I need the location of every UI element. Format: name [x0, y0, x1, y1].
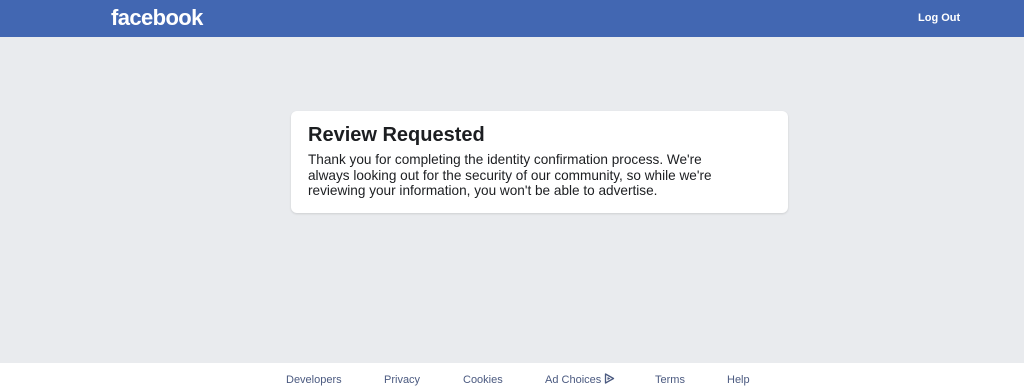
- review-requested-card: Review Requested Thank you for completin…: [291, 111, 788, 213]
- main-content-area: Review Requested Thank you for completin…: [0, 37, 1024, 363]
- card-message-line: Thank you for completing the identity co…: [308, 152, 702, 167]
- footer-link-ad-choices[interactable]: Ad Choices: [545, 373, 615, 387]
- card-message: Thank you for completing the identity co…: [308, 152, 778, 199]
- log-out-button[interactable]: Log Out: [918, 10, 960, 26]
- card-message-line: always looking out for the security of o…: [308, 167, 712, 183]
- footer: Developers Privacy Cookies Ad Choices Te…: [0, 363, 1024, 392]
- footer-link-privacy[interactable]: Privacy: [384, 373, 420, 387]
- footer-link-ad-choices-label: Ad Choices: [545, 374, 602, 386]
- adchoices-icon: [605, 373, 615, 384]
- footer-link-terms[interactable]: Terms: [655, 373, 685, 387]
- footer-link-cookies[interactable]: Cookies: [463, 373, 503, 387]
- footer-link-developers[interactable]: Developers: [286, 373, 342, 387]
- card-message-line: reviewing your information, you won't be…: [308, 183, 658, 198]
- footer-link-help[interactable]: Help: [727, 373, 750, 387]
- facebook-logo[interactable]: facebook: [111, 4, 203, 32]
- card-title: Review Requested: [308, 124, 485, 146]
- top-navigation-bar: facebook Log Out: [0, 0, 1024, 37]
